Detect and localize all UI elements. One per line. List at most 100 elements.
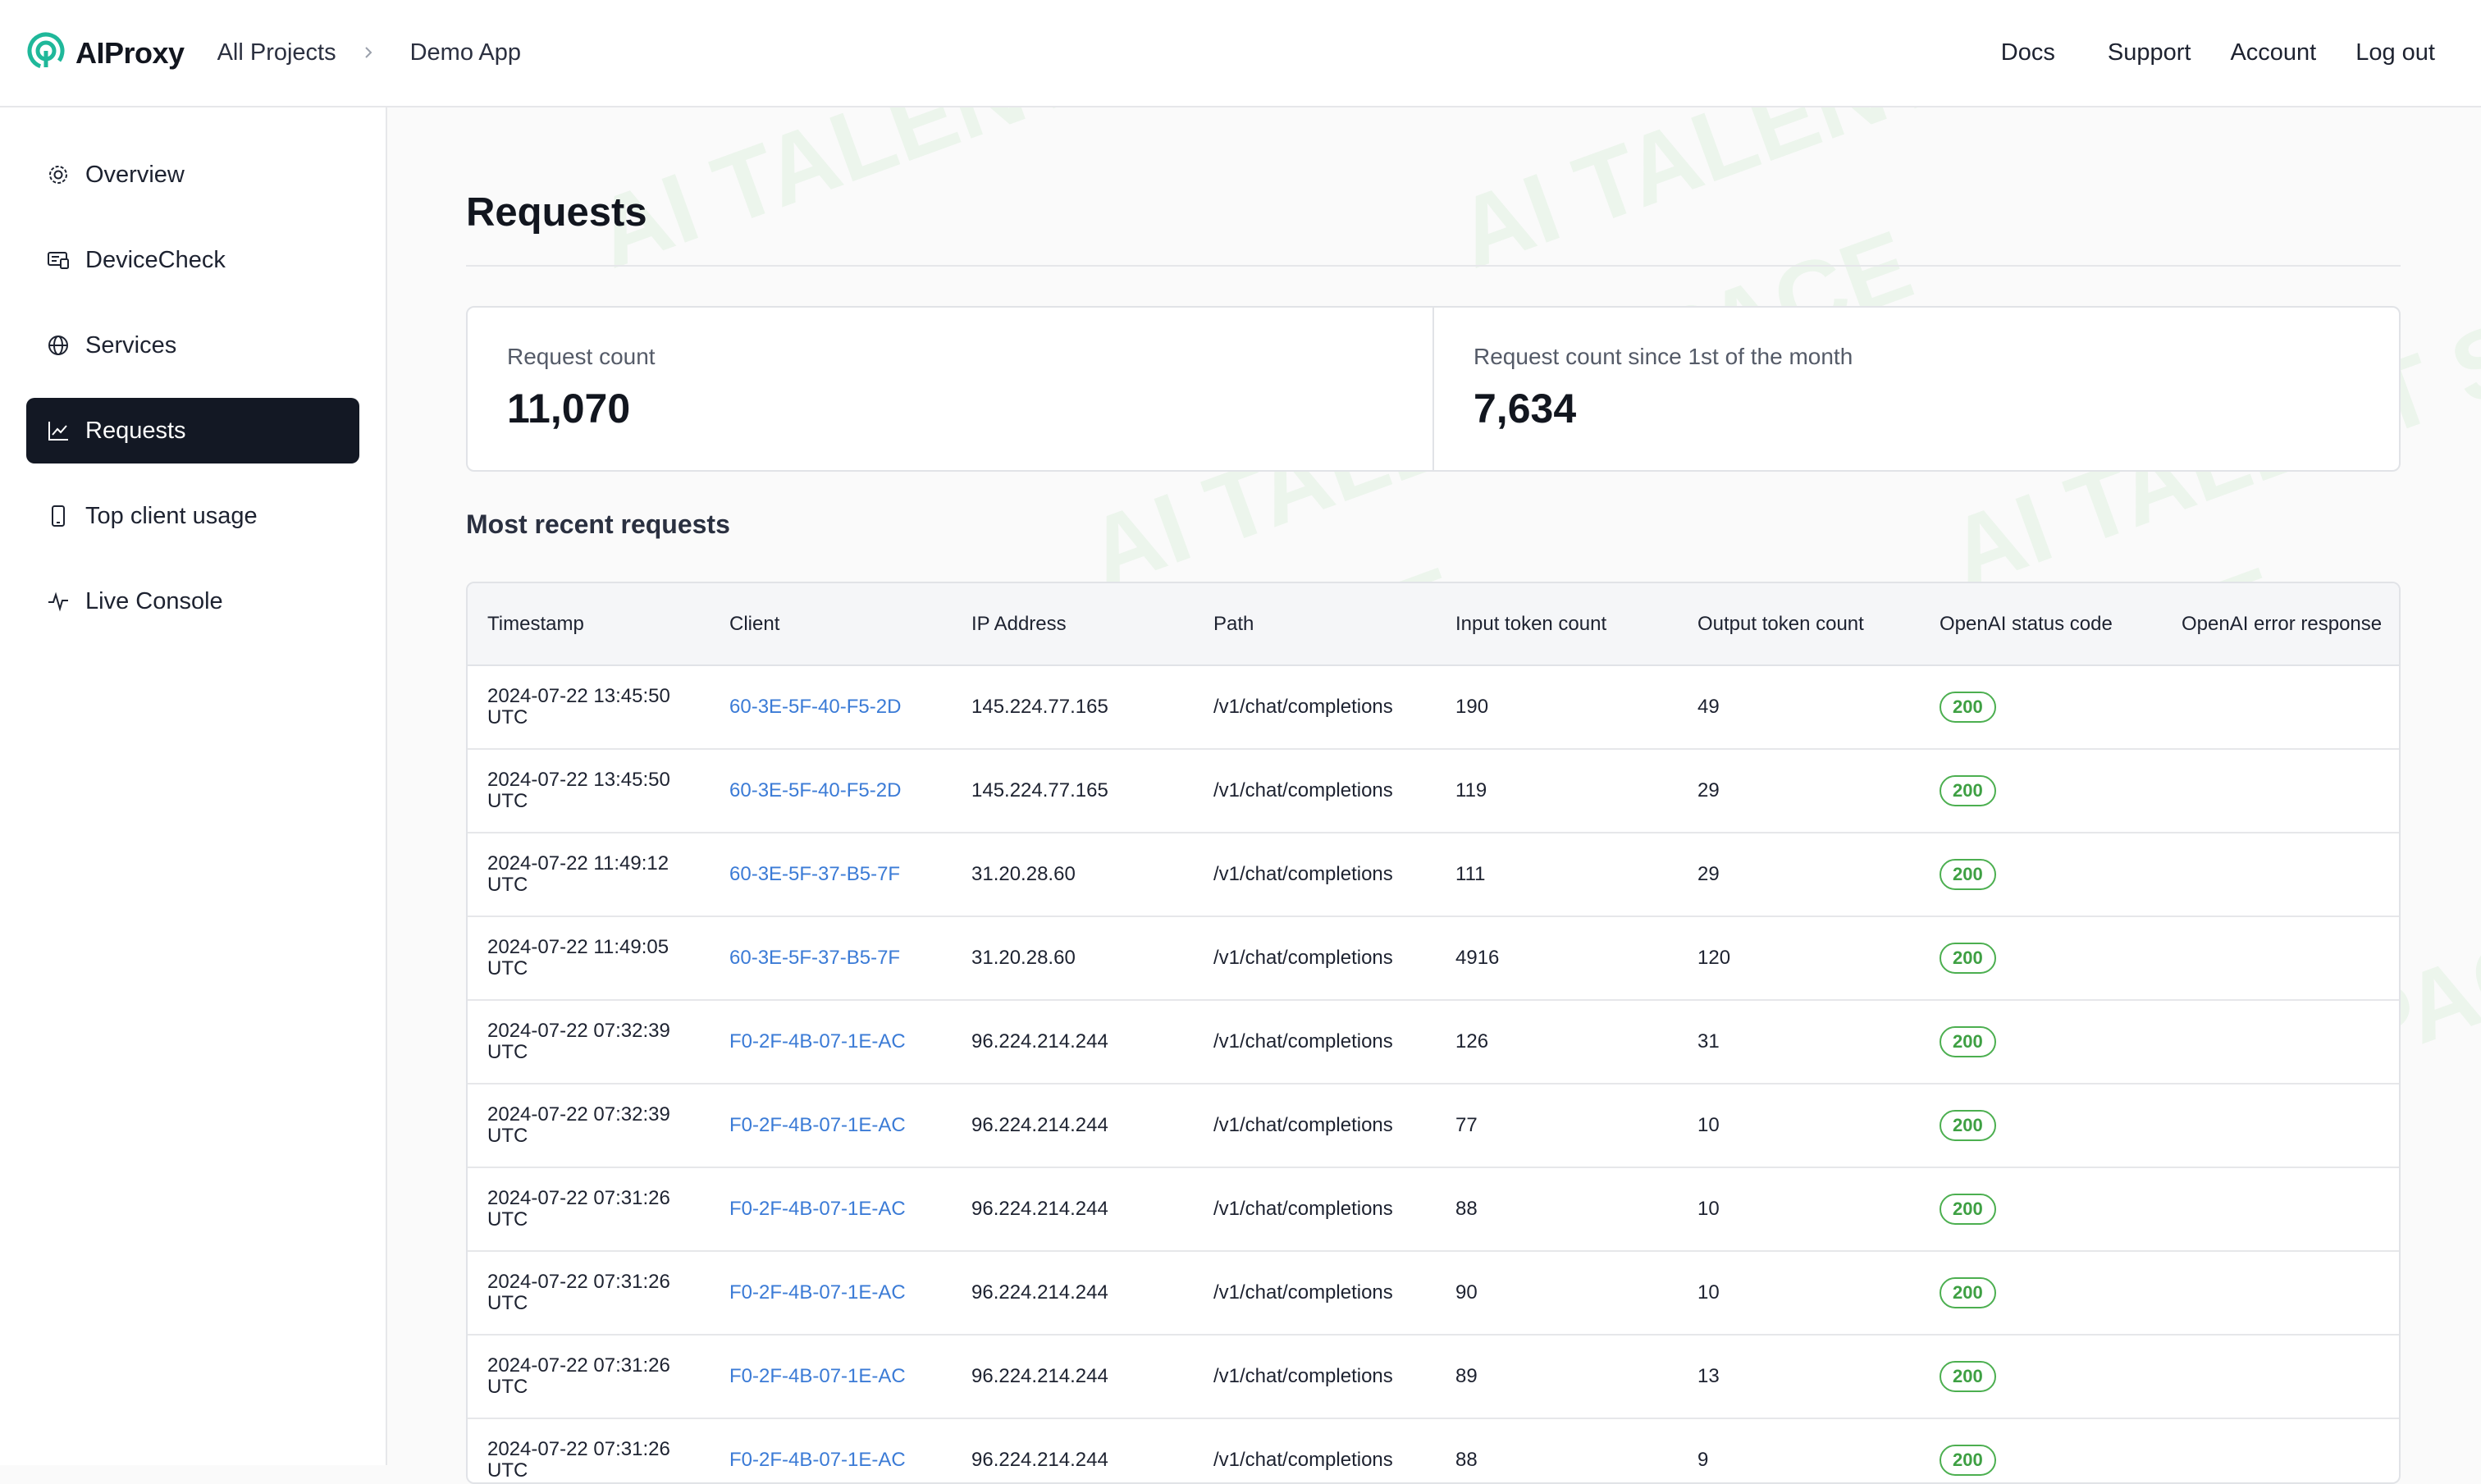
ip-address-cell: 96.224.214.244 <box>952 1251 1194 1336</box>
top-bar: AIProxy All Projects Demo App Docs Suppo… <box>0 0 2481 107</box>
sidebar-item-label: Services <box>85 331 177 358</box>
breadcrumb-demo-app[interactable]: Demo App <box>410 39 521 66</box>
timestamp-cell: 2024-07-22 07:31:26 UTC <box>468 1167 710 1252</box>
column-header: Timestamp <box>468 583 710 666</box>
table-row: 2024-07-22 07:31:26 UTC F0-2F-4B-07-1E-AC… <box>468 1167 2399 1252</box>
sidebar-item-services[interactable]: Services <box>26 313 359 378</box>
output-token-cell: 10 <box>1678 1167 1920 1252</box>
path-cell: /v1/chat/completions <box>1194 916 1436 1001</box>
column-header: Client <box>710 583 952 666</box>
client-link[interactable]: 60-3E-5F-40-F5-2D <box>710 749 952 833</box>
error-response-cell <box>2162 1418 2399 1482</box>
input-token-cell: 190 <box>1436 665 1678 750</box>
input-token-cell: 77 <box>1436 1084 1678 1168</box>
sidebar-item-label: Top client usage <box>85 502 258 529</box>
column-header: IP Address <box>952 583 1194 666</box>
sidebar-item-live-console[interactable]: Live Console <box>26 568 359 634</box>
stat-value: 7,634 <box>1474 386 1577 432</box>
client-link[interactable]: F0-2F-4B-07-1E-AC <box>710 1084 952 1168</box>
path-cell: /v1/chat/completions <box>1194 665 1436 750</box>
ip-address-cell: 96.224.214.244 <box>952 1167 1194 1252</box>
status-cell: 200 <box>1920 916 2162 1001</box>
sidebar-item-overview[interactable]: Overview <box>26 142 359 208</box>
sidebar-item-requests[interactable]: Requests <box>26 398 359 463</box>
client-link[interactable]: F0-2F-4B-07-1E-AC <box>710 1167 952 1252</box>
status-badge: 200 <box>1940 1445 1996 1476</box>
gear-icon <box>46 162 71 187</box>
status-badge: 200 <box>1940 859 1996 890</box>
client-link[interactable]: 60-3E-5F-37-B5-7F <box>710 916 952 1001</box>
main-content: Requests Request count 11,070 Request co… <box>389 109 2481 1484</box>
timestamp-cell: 2024-07-22 07:31:26 UTC <box>468 1418 710 1482</box>
client-link[interactable]: F0-2F-4B-07-1E-AC <box>710 1418 952 1482</box>
column-header: Input token count <box>1436 583 1678 666</box>
status-cell: 200 <box>1920 1167 2162 1252</box>
status-badge: 200 <box>1940 943 1996 974</box>
column-header: OpenAI error response <box>2162 583 2399 666</box>
stats-card: Request count 11,070 Request count since… <box>466 306 2401 472</box>
activity-icon <box>46 589 71 614</box>
path-cell: /v1/chat/completions <box>1194 1335 1436 1419</box>
status-badge: 200 <box>1940 692 1996 723</box>
chevron-right-icon <box>336 39 410 66</box>
output-token-cell: 13 <box>1678 1335 1920 1419</box>
path-cell: /v1/chat/completions <box>1194 1084 1436 1168</box>
globe-icon <box>46 333 71 358</box>
sidebar-item-label: Overview <box>85 161 185 188</box>
breadcrumb-all-projects[interactable]: All Projects <box>217 39 336 66</box>
docs-link[interactable]: Docs <box>2001 39 2055 66</box>
top-nav: Docs Support Account Log out <box>2001 39 2435 66</box>
input-token-cell: 119 <box>1436 749 1678 833</box>
status-cell: 200 <box>1920 665 2162 750</box>
client-link[interactable]: 60-3E-5F-40-F5-2D <box>710 665 952 750</box>
divider <box>466 265 2401 267</box>
support-link[interactable]: Support <box>2108 39 2191 66</box>
status-badge: 200 <box>1940 1110 1996 1141</box>
output-token-cell: 29 <box>1678 749 1920 833</box>
sidebar: Overview DeviceCheck Services Requests T… <box>0 107 387 1465</box>
sidebar-item-label: Requests <box>85 417 186 444</box>
path-cell: /v1/chat/completions <box>1194 1167 1436 1252</box>
output-token-cell: 9 <box>1678 1418 1920 1482</box>
client-link[interactable]: F0-2F-4B-07-1E-AC <box>710 1251 952 1336</box>
table-header: Timestamp Client IP Address Path Input t… <box>468 583 2399 666</box>
status-cell: 200 <box>1920 1335 2162 1419</box>
path-cell: /v1/chat/completions <box>1194 1418 1436 1482</box>
brand[interactable]: AIProxy <box>26 31 185 75</box>
table-body: 2024-07-22 13:45:50 UTC 60-3E-5F-40-F5-2D… <box>468 665 2399 1482</box>
column-header: OpenAI status code <box>1920 583 2162 666</box>
sidebar-item-devicecheck[interactable]: DeviceCheck <box>26 227 359 293</box>
error-response-cell <box>2162 749 2399 833</box>
requests-table: Timestamp Client IP Address Path Input t… <box>466 582 2401 1484</box>
client-link[interactable]: 60-3E-5F-37-B5-7F <box>710 833 952 917</box>
input-token-cell: 126 <box>1436 1000 1678 1084</box>
status-cell: 200 <box>1920 1000 2162 1084</box>
output-token-cell: 29 <box>1678 833 1920 917</box>
status-cell: 200 <box>1920 833 2162 917</box>
column-header: Output token count <box>1678 583 1920 666</box>
client-link[interactable]: F0-2F-4B-07-1E-AC <box>710 1000 952 1084</box>
error-response-cell <box>2162 1084 2399 1168</box>
output-token-cell: 120 <box>1678 916 1920 1001</box>
timestamp-cell: 2024-07-22 07:31:26 UTC <box>468 1251 710 1336</box>
phone-icon <box>46 504 71 528</box>
sidebar-item-label: Live Console <box>85 587 223 614</box>
ip-address-cell: 31.20.28.60 <box>952 833 1194 917</box>
table-row: 2024-07-22 11:49:12 UTC 60-3E-5F-37-B5-7F… <box>468 833 2399 917</box>
error-response-cell <box>2162 916 2399 1001</box>
table-row: 2024-07-22 07:31:26 UTC F0-2F-4B-07-1E-AC… <box>468 1251 2399 1336</box>
path-cell: /v1/chat/completions <box>1194 1251 1436 1336</box>
page-title: Requests <box>466 190 647 235</box>
status-cell: 200 <box>1920 1251 2162 1336</box>
client-link[interactable]: F0-2F-4B-07-1E-AC <box>710 1335 952 1419</box>
error-response-cell <box>2162 1335 2399 1419</box>
logout-link[interactable]: Log out <box>2355 39 2435 66</box>
ip-address-cell: 145.224.77.165 <box>952 749 1194 833</box>
sidebar-item-top-client-usage[interactable]: Top client usage <box>26 483 359 549</box>
error-response-cell <box>2162 1167 2399 1252</box>
ip-address-cell: 96.224.214.244 <box>952 1000 1194 1084</box>
output-token-cell: 10 <box>1678 1084 1920 1168</box>
table-row: 2024-07-22 07:31:26 UTC F0-2F-4B-07-1E-AC… <box>468 1335 2399 1419</box>
account-link[interactable]: Account <box>2230 39 2316 66</box>
table-row: 2024-07-22 13:45:50 UTC 60-3E-5F-40-F5-2D… <box>468 749 2399 833</box>
